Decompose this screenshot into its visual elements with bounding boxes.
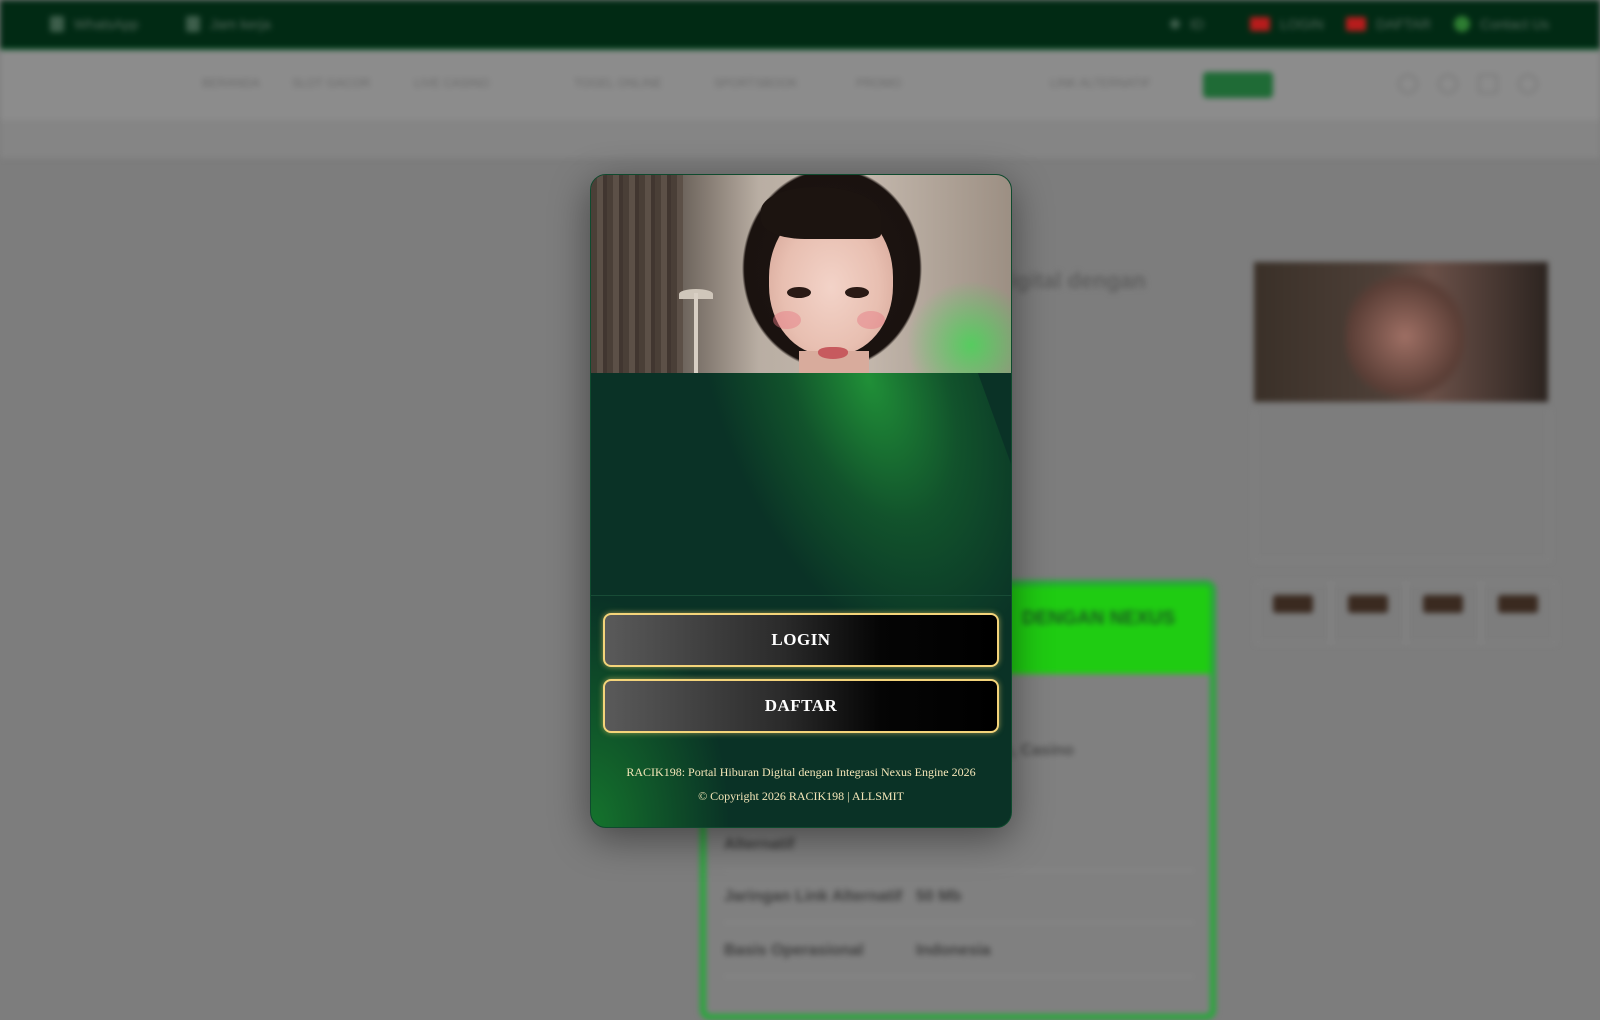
- topbar-login-link[interactable]: LOGIN: [1250, 16, 1324, 32]
- nav-link[interactable]: SPORTSBOOK: [714, 76, 798, 90]
- topbar-daftar-label: DAFTAR: [1376, 16, 1431, 32]
- topbar-login-label: LOGIN: [1280, 16, 1324, 32]
- nav-link[interactable]: SLOT GACOR: [292, 76, 370, 90]
- heart-icon[interactable]: [1438, 74, 1458, 94]
- language-label: ID: [1190, 16, 1204, 32]
- nav-link[interactable]: LIVE CASINO: [414, 76, 489, 90]
- thumbnail[interactable]: [1256, 582, 1331, 644]
- info-row-label: Jaringan Link Alternatif: [724, 888, 903, 905]
- modal-footer-title: RACIK198: Portal Hiburan Digital dengan …: [626, 765, 976, 779]
- search-icon[interactable]: [1398, 74, 1418, 94]
- user-icon[interactable]: [1518, 74, 1538, 94]
- thumbnail[interactable]: [1406, 582, 1481, 644]
- whatsapp-icon: [1454, 16, 1470, 32]
- flag-icon: [1346, 17, 1366, 31]
- nav-link[interactable]: PROMO: [856, 76, 901, 90]
- language-selector[interactable]: ID: [1170, 16, 1204, 32]
- top-bar: WhatsApp Jam kerja ID LOGIN DAFTAR Conta…: [0, 0, 1600, 50]
- thumbnail[interactable]: [1481, 582, 1556, 644]
- whatsapp-label: WhatsApp: [74, 16, 139, 32]
- cheek: [857, 311, 885, 329]
- flag-icon: [1250, 17, 1270, 31]
- cart-icon[interactable]: [1478, 74, 1498, 94]
- hero-glow: [901, 275, 1011, 373]
- background-title: igital dengan: [1010, 268, 1146, 293]
- cheek: [773, 311, 801, 329]
- nav-link[interactable]: TOGEL ONLINE: [574, 76, 662, 90]
- work-hours-label: Jam kerja: [210, 16, 271, 32]
- product-image-face: [1345, 265, 1465, 395]
- clock-icon: [186, 16, 200, 32]
- hero-image: [591, 175, 1011, 373]
- row-divider: [724, 976, 1194, 977]
- info-row-value: Indonesia: [916, 942, 991, 959]
- lips: [818, 347, 848, 359]
- whatsapp-icon: [50, 16, 64, 32]
- eye: [787, 287, 811, 298]
- nav-link[interactable]: LINK ALTERNATIF: [1050, 76, 1151, 90]
- work-hours: Jam kerja: [186, 16, 271, 32]
- nav-link[interactable]: BERANDA: [202, 76, 260, 90]
- curtain: [591, 175, 683, 373]
- row-divider: [724, 870, 1194, 871]
- topbar-daftar-link[interactable]: DAFTAR: [1346, 16, 1431, 32]
- product-card-outline: [1254, 410, 1550, 561]
- info-row-wrap: Alternatif: [724, 836, 795, 853]
- info-card-heading: DENGAN NEXUS: [1022, 608, 1176, 629]
- contact-label: Contact Us: [1480, 16, 1550, 32]
- row-divider: [724, 922, 1194, 923]
- sub-bar: [0, 120, 1600, 158]
- nav-cta-button[interactable]: [1203, 72, 1273, 98]
- modal-divider: [591, 595, 1011, 596]
- globe-icon: [1170, 19, 1180, 29]
- lamp-stand: [694, 293, 698, 373]
- register-button[interactable]: DAFTAR: [603, 679, 999, 733]
- thumbnail[interactable]: [1331, 582, 1406, 644]
- thumbnail-strip: [1256, 582, 1556, 644]
- info-row-label: Basis Operasional: [724, 942, 864, 959]
- contact-link[interactable]: Contact Us: [1454, 16, 1549, 32]
- login-modal: LOGIN DAFTAR RACIK198: Portal Hiburan Di…: [590, 174, 1012, 828]
- whatsapp-link[interactable]: WhatsApp: [50, 16, 139, 32]
- eye: [845, 287, 869, 298]
- login-button[interactable]: LOGIN: [603, 613, 999, 667]
- info-row-value: 50 Mb: [916, 888, 962, 905]
- modal-footer-copyright: © Copyright 2026 RACIK198 | ALLSMIT: [698, 789, 904, 803]
- main-nav: BERANDA SLOT GACOR LIVE CASINO TOGEL ONL…: [0, 50, 1600, 120]
